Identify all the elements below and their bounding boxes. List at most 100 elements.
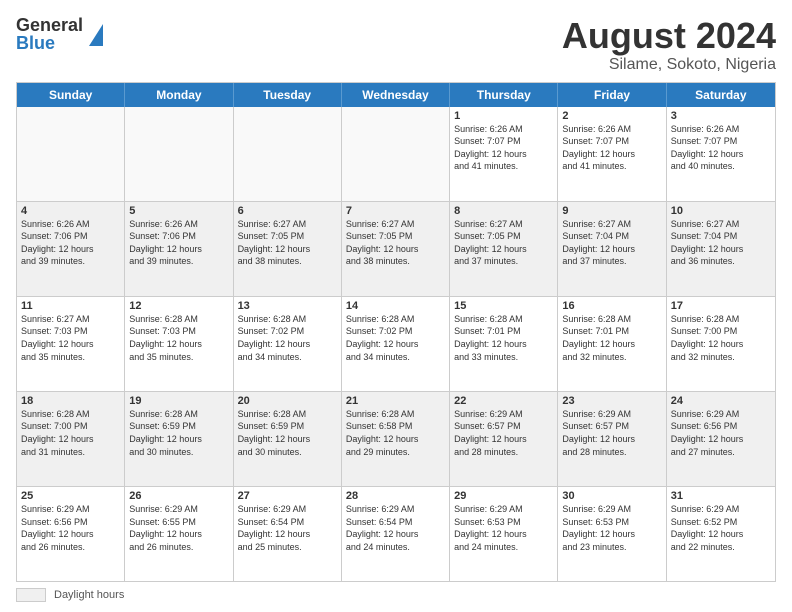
calendar-cell-w1-d1: 5Sunrise: 6:26 AM Sunset: 7:06 PM Daylig… <box>125 202 233 296</box>
calendar-cell-w2-d0: 11Sunrise: 6:27 AM Sunset: 7:03 PM Dayli… <box>17 297 125 391</box>
calendar-cell-w3-d2: 20Sunrise: 6:28 AM Sunset: 6:59 PM Dayli… <box>234 392 342 486</box>
logo: General Blue <box>16 16 103 52</box>
header-monday: Monday <box>125 83 233 107</box>
day-info: Sunrise: 6:29 AM Sunset: 6:53 PM Dayligh… <box>454 503 553 553</box>
logo-triangle-icon <box>89 24 103 46</box>
calendar-cell-w2-d6: 17Sunrise: 6:28 AM Sunset: 7:00 PM Dayli… <box>667 297 775 391</box>
calendar-cell-w0-d2 <box>234 107 342 201</box>
day-info: Sunrise: 6:26 AM Sunset: 7:06 PM Dayligh… <box>129 218 228 268</box>
day-info: Sunrise: 6:28 AM Sunset: 6:59 PM Dayligh… <box>129 408 228 458</box>
calendar-cell-w0-d4: 1Sunrise: 6:26 AM Sunset: 7:07 PM Daylig… <box>450 107 558 201</box>
calendar-cell-w3-d3: 21Sunrise: 6:28 AM Sunset: 6:58 PM Dayli… <box>342 392 450 486</box>
logo-blue-text: Blue <box>16 34 83 52</box>
calendar-cell-w2-d4: 15Sunrise: 6:28 AM Sunset: 7:01 PM Dayli… <box>450 297 558 391</box>
calendar-header: Sunday Monday Tuesday Wednesday Thursday… <box>17 83 775 107</box>
day-info: Sunrise: 6:29 AM Sunset: 6:57 PM Dayligh… <box>562 408 661 458</box>
calendar-cell-w2-d5: 16Sunrise: 6:28 AM Sunset: 7:01 PM Dayli… <box>558 297 666 391</box>
calendar-cell-w3-d1: 19Sunrise: 6:28 AM Sunset: 6:59 PM Dayli… <box>125 392 233 486</box>
header-saturday: Saturday <box>667 83 775 107</box>
day-number: 12 <box>129 300 228 312</box>
day-info: Sunrise: 6:28 AM Sunset: 7:02 PM Dayligh… <box>346 313 445 363</box>
day-info: Sunrise: 6:28 AM Sunset: 7:00 PM Dayligh… <box>671 313 771 363</box>
calendar-cell-w2-d3: 14Sunrise: 6:28 AM Sunset: 7:02 PM Dayli… <box>342 297 450 391</box>
day-info: Sunrise: 6:29 AM Sunset: 6:56 PM Dayligh… <box>21 503 120 553</box>
day-info: Sunrise: 6:29 AM Sunset: 6:53 PM Dayligh… <box>562 503 661 553</box>
day-info: Sunrise: 6:27 AM Sunset: 7:04 PM Dayligh… <box>562 218 661 268</box>
day-number: 19 <box>129 395 228 407</box>
calendar-body: 1Sunrise: 6:26 AM Sunset: 7:07 PM Daylig… <box>17 107 775 581</box>
day-info: Sunrise: 6:26 AM Sunset: 7:06 PM Dayligh… <box>21 218 120 268</box>
page: General Blue August 2024 Silame, Sokoto,… <box>0 0 792 612</box>
day-info: Sunrise: 6:26 AM Sunset: 7:07 PM Dayligh… <box>671 123 771 173</box>
calendar-cell-w3-d6: 24Sunrise: 6:29 AM Sunset: 6:56 PM Dayli… <box>667 392 775 486</box>
day-info: Sunrise: 6:28 AM Sunset: 6:59 PM Dayligh… <box>238 408 337 458</box>
day-number: 30 <box>562 490 661 502</box>
day-info: Sunrise: 6:29 AM Sunset: 6:56 PM Dayligh… <box>671 408 771 458</box>
day-number: 11 <box>21 300 120 312</box>
calendar-cell-w1-d2: 6Sunrise: 6:27 AM Sunset: 7:05 PM Daylig… <box>234 202 342 296</box>
footer: Daylight hours <box>16 582 776 604</box>
day-info: Sunrise: 6:27 AM Sunset: 7:05 PM Dayligh… <box>454 218 553 268</box>
calendar-cell-w0-d1 <box>125 107 233 201</box>
calendar-cell-w3-d4: 22Sunrise: 6:29 AM Sunset: 6:57 PM Dayli… <box>450 392 558 486</box>
day-number: 10 <box>671 205 771 217</box>
day-info: Sunrise: 6:29 AM Sunset: 6:54 PM Dayligh… <box>346 503 445 553</box>
header-friday: Friday <box>558 83 666 107</box>
day-number: 25 <box>21 490 120 502</box>
day-info: Sunrise: 6:28 AM Sunset: 6:58 PM Dayligh… <box>346 408 445 458</box>
day-number: 13 <box>238 300 337 312</box>
day-info: Sunrise: 6:28 AM Sunset: 7:01 PM Dayligh… <box>454 313 553 363</box>
header-thursday: Thursday <box>450 83 558 107</box>
day-number: 27 <box>238 490 337 502</box>
day-number: 4 <box>21 205 120 217</box>
calendar-cell-w3-d5: 23Sunrise: 6:29 AM Sunset: 6:57 PM Dayli… <box>558 392 666 486</box>
calendar-cell-w2-d2: 13Sunrise: 6:28 AM Sunset: 7:02 PM Dayli… <box>234 297 342 391</box>
header-sunday: Sunday <box>17 83 125 107</box>
calendar-cell-w0-d0 <box>17 107 125 201</box>
header: General Blue August 2024 Silame, Sokoto,… <box>16 16 776 74</box>
calendar-title: August 2024 <box>562 16 776 56</box>
day-info: Sunrise: 6:29 AM Sunset: 6:54 PM Dayligh… <box>238 503 337 553</box>
calendar-row-1: 4Sunrise: 6:26 AM Sunset: 7:06 PM Daylig… <box>17 202 775 297</box>
day-info: Sunrise: 6:28 AM Sunset: 7:01 PM Dayligh… <box>562 313 661 363</box>
calendar-cell-w0-d5: 2Sunrise: 6:26 AM Sunset: 7:07 PM Daylig… <box>558 107 666 201</box>
calendar-cell-w1-d3: 7Sunrise: 6:27 AM Sunset: 7:05 PM Daylig… <box>342 202 450 296</box>
day-number: 2 <box>562 110 661 122</box>
calendar-cell-w4-d3: 28Sunrise: 6:29 AM Sunset: 6:54 PM Dayli… <box>342 487 450 581</box>
day-number: 3 <box>671 110 771 122</box>
calendar-location: Silame, Sokoto, Nigeria <box>562 56 776 74</box>
daylight-swatch <box>16 588 46 602</box>
day-info: Sunrise: 6:26 AM Sunset: 7:07 PM Dayligh… <box>454 123 553 173</box>
day-number: 7 <box>346 205 445 217</box>
day-info: Sunrise: 6:28 AM Sunset: 7:03 PM Dayligh… <box>129 313 228 363</box>
calendar-cell-w3-d0: 18Sunrise: 6:28 AM Sunset: 7:00 PM Dayli… <box>17 392 125 486</box>
calendar-row-0: 1Sunrise: 6:26 AM Sunset: 7:07 PM Daylig… <box>17 107 775 202</box>
day-number: 31 <box>671 490 771 502</box>
calendar-row-3: 18Sunrise: 6:28 AM Sunset: 7:00 PM Dayli… <box>17 392 775 487</box>
calendar-row-2: 11Sunrise: 6:27 AM Sunset: 7:03 PM Dayli… <box>17 297 775 392</box>
day-number: 26 <box>129 490 228 502</box>
day-number: 6 <box>238 205 337 217</box>
day-number: 8 <box>454 205 553 217</box>
calendar: Sunday Monday Tuesday Wednesday Thursday… <box>16 82 776 582</box>
calendar-cell-w4-d0: 25Sunrise: 6:29 AM Sunset: 6:56 PM Dayli… <box>17 487 125 581</box>
day-info: Sunrise: 6:27 AM Sunset: 7:04 PM Dayligh… <box>671 218 771 268</box>
title-block: August 2024 Silame, Sokoto, Nigeria <box>562 16 776 74</box>
calendar-cell-w4-d4: 29Sunrise: 6:29 AM Sunset: 6:53 PM Dayli… <box>450 487 558 581</box>
calendar-cell-w0-d6: 3Sunrise: 6:26 AM Sunset: 7:07 PM Daylig… <box>667 107 775 201</box>
day-number: 24 <box>671 395 771 407</box>
calendar-cell-w4-d5: 30Sunrise: 6:29 AM Sunset: 6:53 PM Dayli… <box>558 487 666 581</box>
day-info: Sunrise: 6:29 AM Sunset: 6:52 PM Dayligh… <box>671 503 771 553</box>
day-number: 21 <box>346 395 445 407</box>
day-number: 28 <box>346 490 445 502</box>
calendar-cell-w4-d1: 26Sunrise: 6:29 AM Sunset: 6:55 PM Dayli… <box>125 487 233 581</box>
day-number: 5 <box>129 205 228 217</box>
day-number: 18 <box>21 395 120 407</box>
day-number: 22 <box>454 395 553 407</box>
day-number: 29 <box>454 490 553 502</box>
calendar-row-4: 25Sunrise: 6:29 AM Sunset: 6:56 PM Dayli… <box>17 487 775 581</box>
daylight-label: Daylight hours <box>54 589 124 601</box>
day-number: 16 <box>562 300 661 312</box>
calendar-cell-w0-d3 <box>342 107 450 201</box>
day-number: 1 <box>454 110 553 122</box>
